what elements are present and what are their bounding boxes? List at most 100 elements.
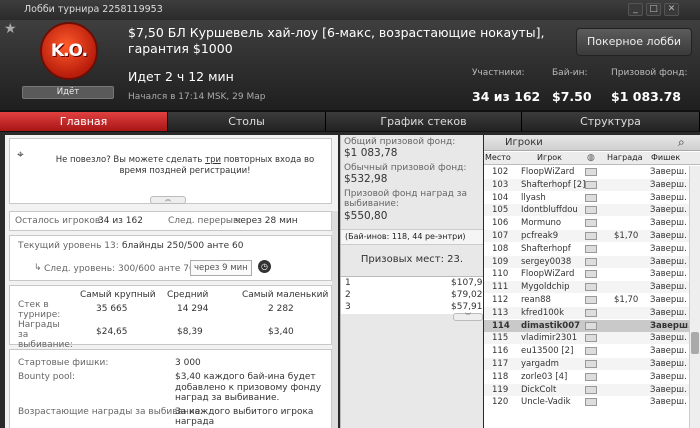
player-row[interactable]: 109 sergey0038 Заверш. [484,255,700,268]
next-level-timer: через 9 мин [190,260,252,276]
player-place: 109 [492,256,509,267]
player-row[interactable]: 114 dimastik007 Заверш. [484,319,700,332]
bounty-pool-label: Призовой фонд наград за выбивание: [344,189,468,209]
left-scrollbar[interactable] [332,211,338,428]
player-row[interactable]: 113 kfred100k Заверш. [484,306,700,319]
player-name: vladimir2301 [521,333,578,344]
col-player[interactable]: Игрок [537,152,562,164]
window-title: Лобби турнира 2258119953 [24,4,163,15]
country-flag-icon [585,270,597,279]
players-panel: Игроки ⌕ Место Игрок ◍ Награда Фишек 102… [484,135,700,428]
search-icon[interactable]: ⌕ [678,135,685,150]
tab-stack-chart[interactable]: График стеков [326,112,522,131]
players-title: Игроки [505,137,543,148]
player-row[interactable]: 120 Uncle-Vadik Заверш. [484,396,700,408]
player-chips: Заверш. [650,243,687,254]
country-flag-icon [585,334,597,343]
col-bounty[interactable]: Награда [607,152,643,164]
start-time: Начался в 17:14 MSK, 29 Мар [128,92,266,102]
country-flag-icon [585,321,597,330]
player-row[interactable]: 105 Idontbluffdou Заверш. [484,204,700,217]
remaining-value: 34 из 162 [98,216,143,226]
rebuy-count-link[interactable]: три [205,155,221,165]
minimize-button[interactable]: _ [628,3,643,16]
tab-main[interactable]: Главная [0,112,168,131]
col-place[interactable]: Место [485,152,511,164]
player-chips: Заверш. [650,192,687,203]
players-header: Место Игрок ◍ Награда Фишек [484,152,700,165]
player-name: dimastik007 [521,320,581,331]
player-place: 106 [492,218,509,229]
player-place: 103 [492,179,509,190]
prize-place: 1 [345,278,351,288]
player-place: 119 [492,384,509,395]
stacks-panel: Самый крупный Средний Самый маленький Ст… [9,285,332,350]
player-name: Shafterhopf [521,243,571,254]
player-name: rean88 [521,295,551,305]
player-row[interactable]: 110 FloopWiZard Заверш. [484,268,700,280]
player-chips: Заверш. [650,307,687,318]
favorite-star-icon[interactable]: ★ [4,21,17,37]
tab-tables[interactable]: Столы [168,112,326,131]
player-row[interactable]: 118 zorle03 [4] Заверш. [484,371,700,383]
level-value: блайнды 250/500 анте 60 [122,241,244,251]
player-name: llyash [521,192,546,203]
player-name: FloopWiZard [521,269,575,280]
country-flag-icon [585,296,597,304]
player-name: sergey0038 [521,256,572,267]
prizepool-label: Призовой фонд: [611,68,688,78]
player-chips: Заверш. [650,167,687,177]
close-button[interactable]: ✕ [664,3,679,16]
player-row[interactable]: 116 eu13500 [2] Заверш. [484,345,700,357]
player-row[interactable]: 111 Mygoldchip Заверш. [484,281,700,294]
player-chips: Заверш. [650,269,687,280]
player-place: 110 [492,269,509,280]
prize-pool-column: Общий призовой фонд: $1 083,78 Обычный п… [340,135,488,428]
player-row[interactable]: 112 rean88 $1,70 Заверш. [484,294,700,306]
player-chips: Заверш. [650,295,687,305]
player-chips: Заверш. [650,218,687,229]
next-level-label: След. уровень: [44,264,116,274]
player-row[interactable]: 117 yargadm Заверш. [484,358,700,370]
tab-structure[interactable]: Структура [522,112,700,131]
poker-lobby-button[interactable]: Покерное лобби [576,28,692,56]
stack-col-largest: Самый крупный [80,290,156,300]
player-chips: Заверш. [650,333,687,344]
col-chips[interactable]: Фишек [651,152,680,164]
country-flag-icon [585,244,597,253]
player-name: Idontbluffdou [521,205,578,216]
bounty-pool-value: $550,80 [344,210,388,222]
bounty-largest-value: $24,65 [96,327,128,337]
rebuy-notice-panel: ⌖ Не повезло? Вы можете сделать три повт… [9,138,332,204]
player-name: pcfreak9 [521,231,559,241]
level-panel: Текущий уровень 13: блайнды 250/500 анте… [9,235,332,281]
player-row[interactable]: 115 vladimir2301 Заверш. [484,332,700,345]
player-name: DickColt [521,384,557,395]
player-chips: Заверш. [650,282,687,293]
player-row[interactable]: 104 llyash Заверш. [484,192,700,204]
player-row[interactable]: 106 Mormuno Заверш. [484,217,700,229]
player-place: 105 [492,205,509,216]
player-name: zorle03 [4] [521,371,568,382]
player-row[interactable]: 108 Shafterhopf Заверш. [484,243,700,255]
break-label: След. перерыв: [168,216,242,226]
player-place: 118 [492,371,509,382]
maximize-button[interactable]: □ [646,3,661,16]
player-name: eu13500 [2] [521,346,574,357]
globe-icon[interactable]: ◍ [587,152,595,164]
player-row[interactable]: 102 FloopWiZard Заверш. [484,166,700,178]
player-row[interactable]: 119 DickColt Заверш. [484,383,700,396]
players-scrollbar[interactable] [689,166,700,428]
prizepool-value: $1 083.78 [611,89,681,104]
collapse-handle[interactable]: ︽ [150,196,186,204]
next-level-value: 300/600 анте 70 [118,264,195,274]
player-chips: Заверш. [650,346,687,357]
player-place: 116 [492,346,509,357]
player-row[interactable]: 103 Shafterhopf [2] Заверш. [484,178,700,191]
player-row[interactable]: 107 pcfreak9 $1,70 Заверш. [484,230,700,242]
expand-handle[interactable]: ︾ [453,313,483,321]
players-label: Участники: [472,68,525,78]
scrollbar-thumb[interactable] [691,332,699,354]
player-place: 111 [492,282,509,293]
tournament-details-panel: Стартовые фишки: 3 000 Bounty pool: $3,4… [9,349,332,428]
